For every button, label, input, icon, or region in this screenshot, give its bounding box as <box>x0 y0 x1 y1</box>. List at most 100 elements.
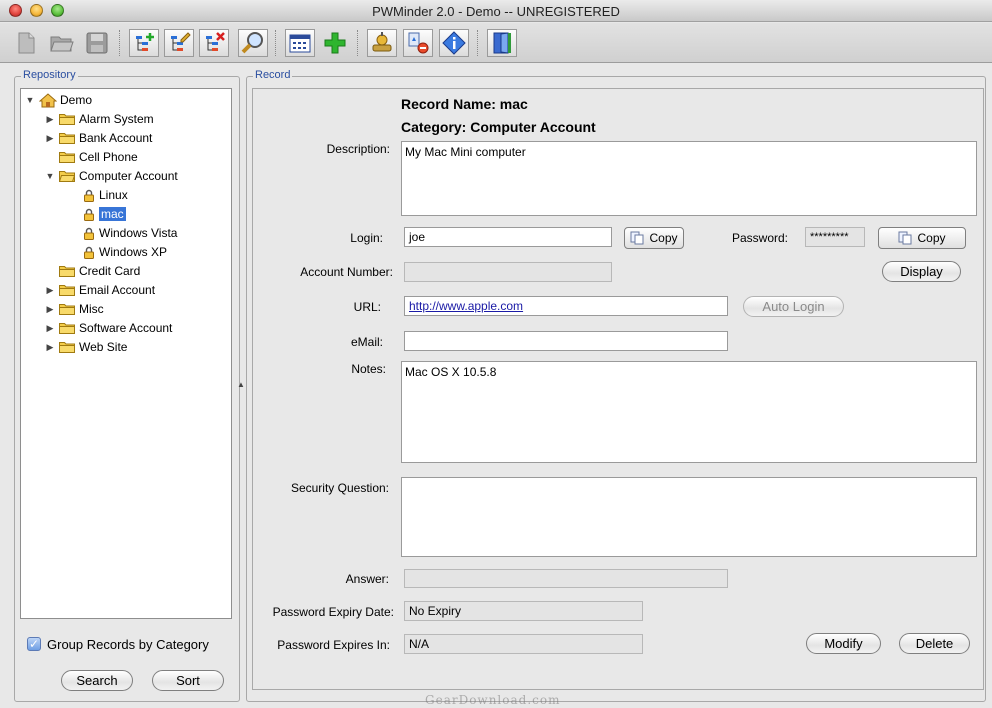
tree-node-bank-account[interactable]: ▶ Bank Account <box>45 129 153 147</box>
tree-node-computer-account[interactable]: ▼ Computer Account <box>45 167 178 185</box>
answer-field[interactable] <box>404 569 728 588</box>
search-button[interactable]: Search <box>61 670 133 691</box>
tree-node-label: Cell Phone <box>79 150 138 164</box>
url-field[interactable]: http://www.apple.com <box>404 296 728 316</box>
tree-node-email-account[interactable]: ▶ Email Account <box>45 281 156 299</box>
expand-closed-icon[interactable]: ▶ <box>45 342 55 352</box>
login-label: Login: <box>350 231 383 245</box>
login-field[interactable]: joe <box>404 227 612 247</box>
tree-node-label: Email Account <box>79 283 156 297</box>
open-folder-icon <box>50 36 74 52</box>
copy-password-label: Copy <box>917 231 946 245</box>
delete-record-button[interactable] <box>199 29 229 57</box>
expand-open-icon[interactable]: ▼ <box>45 171 55 181</box>
tree-node-linux[interactable]: Linux <box>81 186 128 204</box>
expand-closed-icon[interactable]: ▶ <box>45 304 55 314</box>
title-bar: PWMinder 2.0 - Demo -- UNREGISTERED <box>0 0 992 22</box>
import-export-button[interactable] <box>403 29 433 57</box>
lock-icon <box>84 246 94 259</box>
tree-node-alarm-system[interactable]: ▶ Alarm System <box>45 110 154 128</box>
sort-button[interactable]: Sort <box>152 670 224 691</box>
password-expires-in-label: Password Expires In: <box>277 638 390 652</box>
split-pane-collapse-icon[interactable]: ▲ <box>237 380 245 389</box>
info-icon <box>442 31 466 55</box>
tree-node-label: Credit Card <box>79 264 141 278</box>
tree-node-windows-vista[interactable]: Windows Vista <box>81 224 177 242</box>
password-expires-in-field: N/A <box>404 634 643 654</box>
settings-tool-icon <box>372 32 392 52</box>
repository-title: Repository <box>21 69 78 81</box>
tree-node-label-selected: mac <box>99 207 126 221</box>
notes-label: Notes: <box>351 362 386 376</box>
tree-node-credit-card[interactable]: Credit Card <box>45 262 140 280</box>
new-file-button[interactable] <box>11 29 41 57</box>
tree-node-windows-xp[interactable]: Windows XP <box>81 243 167 261</box>
description-textarea[interactable]: My Mac Mini computer <box>401 141 977 216</box>
folder-icon <box>59 304 75 315</box>
settings-button[interactable] <box>367 29 397 57</box>
delete-button[interactable]: Delete <box>899 633 970 654</box>
exit-button[interactable] <box>487 29 517 57</box>
copy-login-button[interactable]: Copy <box>624 227 684 249</box>
folder-icon <box>59 323 75 334</box>
email-field[interactable] <box>404 331 728 351</box>
calendar-icon <box>289 34 311 53</box>
password-expiry-date-field[interactable]: No Expiry <box>404 601 643 621</box>
exit-door-icon <box>493 32 511 54</box>
answer-label: Answer: <box>345 572 389 586</box>
edit-record-icon <box>171 32 191 51</box>
tree-node-label: Windows XP <box>99 245 168 259</box>
url-link[interactable]: http://www.apple.com <box>409 299 523 313</box>
add-record-button[interactable] <box>129 29 159 57</box>
expand-closed-icon[interactable]: ▶ <box>45 285 55 295</box>
toolbar <box>0 23 992 63</box>
copy-login-label: Copy <box>649 231 678 245</box>
open-file-button[interactable] <box>47 29 77 57</box>
folder-icon <box>59 342 75 353</box>
group-by-category-label: Group Records by Category <box>47 637 209 652</box>
display-password-button[interactable]: Display <box>882 261 961 282</box>
record-name-heading: Record Name: mac <box>401 96 528 112</box>
expand-closed-icon[interactable]: ▶ <box>45 133 55 143</box>
account-number-field[interactable] <box>404 262 612 282</box>
url-label: URL: <box>353 300 381 314</box>
description-label: Description: <box>326 142 390 156</box>
search-records-button[interactable] <box>238 29 268 57</box>
group-by-category-checkbox[interactable]: ✓ <box>27 637 41 651</box>
calendar-button[interactable] <box>285 29 315 57</box>
import-export-icon <box>408 32 429 54</box>
notes-textarea[interactable]: Mac OS X 10.5.8 <box>401 361 977 463</box>
folder-open-icon <box>59 171 75 182</box>
expand-open-icon[interactable]: ▼ <box>25 95 35 105</box>
info-button[interactable] <box>439 29 469 57</box>
security-question-label: Security Question: <box>290 481 389 495</box>
tree-node-label: Alarm System <box>79 112 154 126</box>
save-button[interactable] <box>82 29 112 57</box>
tree-node-software-account[interactable]: ▶ Software Account <box>45 319 173 337</box>
category-heading: Category: Computer Account <box>401 119 596 135</box>
tree-node-label: Windows Vista <box>99 226 178 240</box>
expand-closed-icon[interactable]: ▶ <box>45 114 55 124</box>
auto-login-button[interactable]: Auto Login <box>743 296 844 317</box>
copy-password-button[interactable]: Copy <box>878 227 966 249</box>
tree-node-misc[interactable]: ▶ Misc <box>45 300 104 318</box>
save-disk-icon <box>86 32 108 54</box>
repository-tree[interactable]: ▼ Demo ▶ Alarm System ▶ Bank Account Cel… <box>20 88 232 619</box>
folder-icon <box>59 114 75 125</box>
password-field[interactable]: ********* <box>805 227 865 247</box>
modify-button[interactable]: Modify <box>806 633 881 654</box>
tree-node-label: Web Site <box>79 340 128 354</box>
window-title: PWMinder 2.0 - Demo -- UNREGISTERED <box>372 4 620 19</box>
lock-icon <box>84 227 94 240</box>
tree-node-web-site[interactable]: ▶ Web Site <box>45 338 128 356</box>
edit-record-button[interactable] <box>164 29 194 57</box>
tree-node-demo[interactable]: ▼ Demo <box>25 91 92 109</box>
expand-closed-icon[interactable]: ▶ <box>45 323 55 333</box>
add-button[interactable] <box>320 29 350 57</box>
copy-clipboard-icon <box>630 231 644 245</box>
record-title: Record <box>253 69 293 81</box>
security-question-textarea[interactable] <box>401 477 977 557</box>
tree-node-mac[interactable]: mac <box>81 205 126 223</box>
tree-node-cell-phone[interactable]: Cell Phone <box>45 148 138 166</box>
password-expiry-date-label: Password Expiry Date: <box>272 605 394 619</box>
